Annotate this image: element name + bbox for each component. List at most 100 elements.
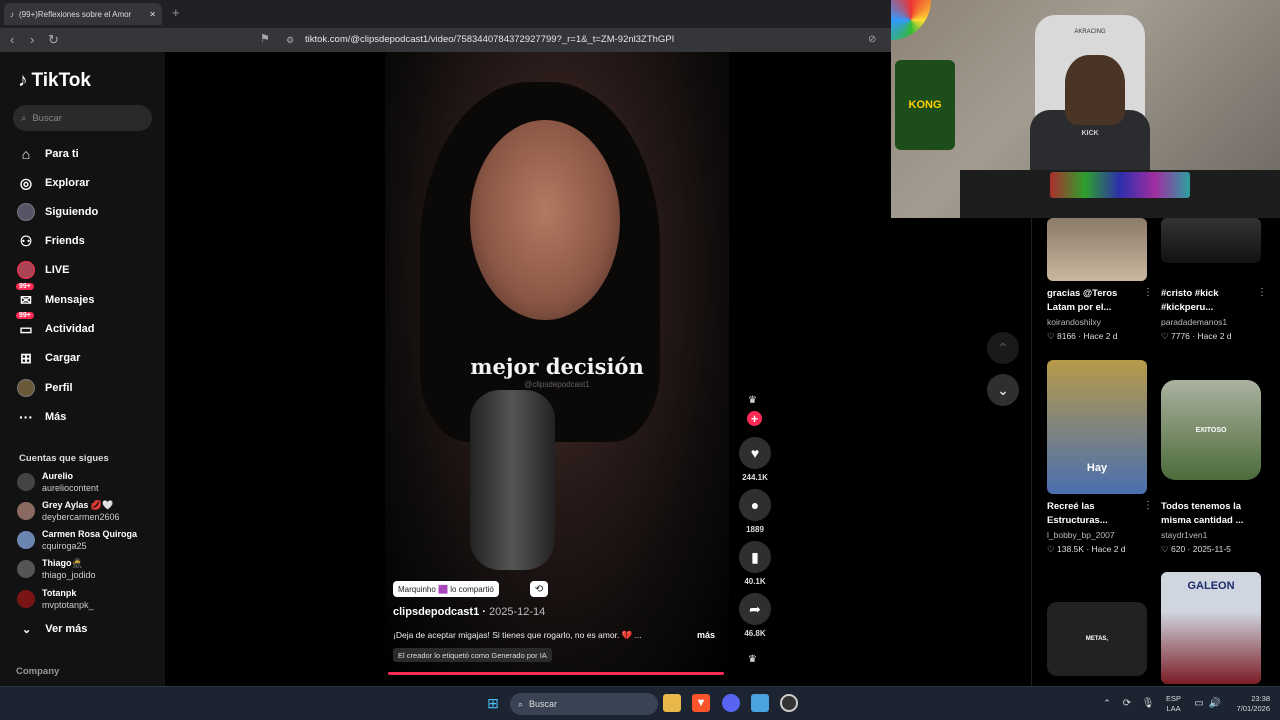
- video-thumbnail[interactable]: GALEON: [1161, 572, 1261, 684]
- nav-actividad[interactable]: ▭ 99+ Actividad: [16, 312, 95, 338]
- more-options-icon[interactable]: ⋮: [1257, 287, 1267, 298]
- following-item[interactable]: Totanpk mvptotanpk_: [17, 588, 94, 611]
- new-tab-button[interactable]: +: [172, 5, 180, 20]
- share-icon[interactable]: ➦: [739, 593, 771, 625]
- forward-icon[interactable]: ›: [30, 32, 34, 47]
- video-progress-bar[interactable]: [388, 672, 724, 675]
- nav-siguiendo[interactable]: Siguiendo: [17, 203, 98, 221]
- nav-para-ti[interactable]: ⌂ Para ti: [17, 145, 79, 163]
- video-thumbnail[interactable]: Hay: [1047, 360, 1147, 494]
- related-age: 2025-11-5: [1192, 544, 1231, 554]
- related-video-card[interactable]: METAS,: [1047, 602, 1147, 676]
- video-author[interactable]: clipsdepodcast1 · 2025-12-14: [393, 606, 545, 618]
- reload-icon[interactable]: ↻: [48, 32, 59, 48]
- brave-browser-icon[interactable]: ▼: [692, 694, 710, 712]
- related-stats: ♡ 138.5K · Hace 2 d: [1047, 544, 1126, 554]
- url-field[interactable]: tiktok.com/@clipsdepodcast1/video/758344…: [305, 34, 674, 45]
- obs-icon[interactable]: [780, 694, 798, 712]
- search-input[interactable]: ⌕ Buscar: [13, 105, 152, 131]
- nav-explorar[interactable]: ◎ Explorar: [17, 174, 90, 192]
- related-video-card[interactable]: EXITOSO Todos tenemos la misma cantidad …: [1161, 380, 1261, 555]
- like-action[interactable]: ♥ 244.1K: [739, 437, 771, 482]
- chair-brand: AKRACING: [1074, 29, 1106, 35]
- live-avatar: [17, 261, 35, 279]
- related-video-card[interactable]: GALEON: [1161, 572, 1261, 684]
- video-date: 2025-12-14: [488, 606, 546, 618]
- video-thumbnail[interactable]: [1047, 218, 1147, 281]
- nav-label: Perfil: [45, 382, 73, 394]
- nav-cargar[interactable]: ⊞ Cargar: [17, 349, 80, 367]
- previous-video-button[interactable]: ⌃: [987, 332, 1019, 364]
- browser-tab[interactable]: ♪ (99+)Reflexiones sobre el Amor ✕: [4, 3, 162, 25]
- related-likes: 7776: [1171, 331, 1190, 341]
- messages-badge: 99+: [16, 283, 34, 290]
- following-item[interactable]: Thiago🥷 thiago_jodido: [17, 558, 96, 581]
- clock-date: 7/01/2026: [1236, 704, 1270, 713]
- see-more-label: Ver más: [45, 623, 88, 635]
- taskbar-search[interactable]: ⌕ Buscar: [510, 693, 658, 715]
- language-indicator[interactable]: ESP LAA: [1166, 694, 1181, 714]
- related-stats: ♡ 8166 · Hace 2 d: [1047, 331, 1118, 341]
- sync-icon[interactable]: ⟳: [1118, 694, 1136, 712]
- following-item[interactable]: Carmen Rosa Quiroga cquiroga25: [17, 529, 137, 552]
- more-icon: ···: [19, 409, 33, 425]
- tracking-icon[interactable]: ⊘: [868, 34, 876, 45]
- more-options-icon[interactable]: ⋮: [1143, 287, 1153, 298]
- file-explorer-icon[interactable]: [663, 694, 681, 712]
- following-item[interactable]: Aurelio aureliocontent: [17, 471, 99, 494]
- app-window-icon[interactable]: [751, 694, 769, 712]
- volume-icon[interactable]: 🔊: [1206, 694, 1224, 712]
- chevron-down-icon: ⌄: [22, 624, 32, 636]
- video-thumbnail[interactable]: [1161, 218, 1261, 263]
- comment-action[interactable]: ● 1889: [739, 489, 771, 534]
- system-clock[interactable]: 23:38 7/01/2026: [1228, 694, 1270, 714]
- microphone-icon[interactable]: 🎙: [1139, 694, 1157, 712]
- tiktok-logo[interactable]: ♪ TikTok: [18, 70, 91, 92]
- windows-start-icon[interactable]: ⊞: [484, 694, 502, 712]
- more-options-icon[interactable]: ⋮: [1143, 500, 1153, 511]
- company-link[interactable]: Company: [16, 666, 59, 677]
- bookmark-icon[interactable]: ⚑: [260, 32, 270, 45]
- nav-perfil[interactable]: Perfil: [17, 379, 73, 397]
- related-video-card[interactable]: #cristo #kick #kickperu... ⋮ paradademan…: [1161, 218, 1267, 342]
- related-video-card[interactable]: gracias @Teros Latam por el... ⋮ koirand…: [1047, 218, 1153, 342]
- close-tab-icon[interactable]: ✕: [149, 10, 156, 19]
- heart-icon: ♡: [1047, 331, 1055, 341]
- save-action[interactable]: ▮ 40.1K: [739, 541, 771, 586]
- nav-live[interactable]: LIVE: [17, 261, 69, 279]
- nav-label: Friends: [45, 235, 85, 247]
- shared-by-tag[interactable]: Marquinho 🟪 lo compartió: [393, 581, 499, 597]
- comment-icon[interactable]: ●: [739, 489, 771, 521]
- keyboard-layout: LAA: [1166, 704, 1181, 713]
- nav-mensajes[interactable]: ✉ 99+ Mensajes: [16, 283, 95, 309]
- tray-chevron-up-icon[interactable]: ⌃: [1098, 694, 1116, 712]
- author-name: clipsdepodcast1: [393, 606, 480, 618]
- nav-friends[interactable]: ⚇ Friends: [17, 232, 85, 250]
- bookmark-icon[interactable]: ▮: [739, 541, 771, 573]
- crown-icon: ♛: [748, 654, 757, 665]
- nav-label: Actividad: [45, 323, 95, 335]
- site-info-icon[interactable]: ⚙: [286, 35, 294, 46]
- repost-icon[interactable]: ⟲: [530, 581, 548, 597]
- next-video-button[interactable]: ⌄: [987, 374, 1019, 406]
- following-username: mvptotanpk_: [42, 600, 94, 610]
- search-icon: ⌕: [21, 112, 27, 124]
- back-icon[interactable]: ‹: [10, 32, 14, 47]
- shirt-brand: KICK: [1081, 130, 1099, 137]
- video-overlay-text: mejor decisión: [470, 354, 644, 379]
- related-stats: ♡ 620 · 2025-11-5: [1161, 544, 1231, 554]
- video-thumbnail[interactable]: METAS,: [1047, 602, 1147, 676]
- caption-more-button[interactable]: más: [697, 630, 715, 640]
- related-likes: 8166: [1057, 331, 1076, 341]
- follow-plus-button[interactable]: +: [747, 411, 762, 426]
- discord-icon[interactable]: [722, 694, 740, 712]
- heart-icon[interactable]: ♥: [739, 437, 771, 469]
- following-item[interactable]: Grey Aylas 💋🤍 deybercarmen2606: [17, 500, 120, 523]
- share-action[interactable]: ➦ 46.8K: [739, 593, 771, 638]
- video-thumbnail[interactable]: EXITOSO: [1161, 380, 1261, 480]
- related-likes: 138.5K: [1057, 544, 1084, 554]
- related-video-card[interactable]: Hay Recreé las Estructuras... ⋮ l_bobby_…: [1047, 360, 1153, 555]
- see-more-button[interactable]: ⌄ Ver más: [22, 623, 87, 636]
- related-user: paradademanos1: [1161, 317, 1228, 327]
- nav-mas[interactable]: ··· Más: [17, 408, 66, 426]
